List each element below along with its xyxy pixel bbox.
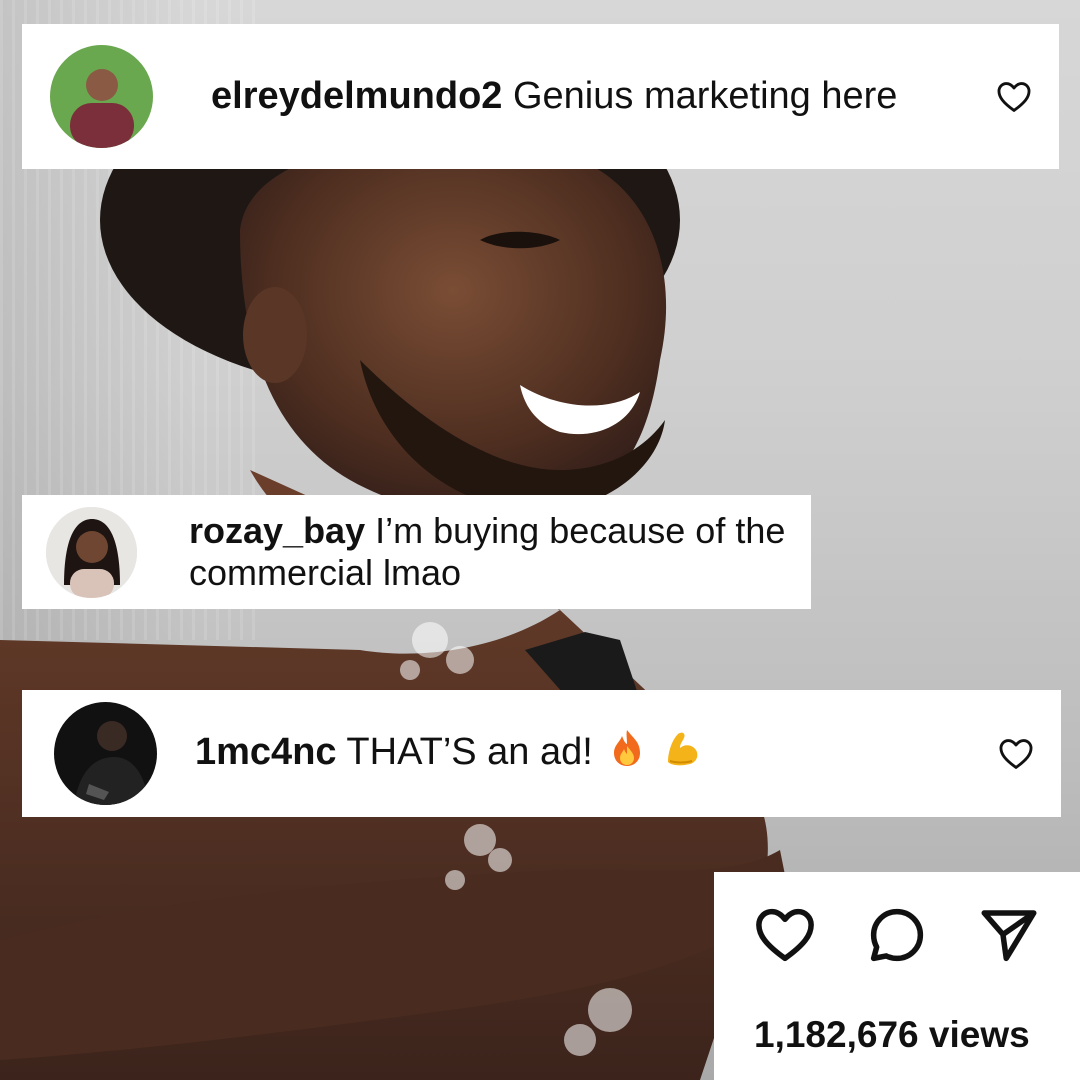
fire-emoji — [609, 728, 645, 779]
profile-photo-icon — [46, 506, 137, 598]
comment-body: elreydelmundo2 Genius marketing here — [211, 74, 971, 119]
post-actions-panel: 1,182,676 views — [714, 872, 1080, 1080]
comment-body: 1mc4nc THAT’S an ad! — [195, 728, 702, 779]
like-heart-icon[interactable] — [997, 735, 1035, 773]
commenter-avatar[interactable] — [46, 506, 137, 598]
comment-body: rozay_bay I’m buying because of the comm… — [189, 510, 809, 595]
share-icon[interactable] — [976, 902, 1042, 968]
comment-text: THAT’S an ad! — [346, 731, 593, 774]
like-heart-icon[interactable] — [995, 78, 1033, 116]
heart-icon[interactable] — [752, 902, 818, 968]
profile-photo-icon — [54, 702, 157, 805]
comment-username[interactable]: elreydelmundo2 — [211, 75, 502, 117]
view-count: 1,182,676 views — [754, 1014, 1030, 1055]
comment-card: elreydelmundo2 Genius marketing here — [22, 24, 1059, 169]
commenter-avatar[interactable] — [54, 702, 157, 805]
comment-card: 1mc4nc THAT’S an ad! — [22, 690, 1061, 817]
comment-text: Genius marketing here — [512, 75, 898, 118]
commenter-avatar[interactable] — [50, 45, 153, 148]
flexed-biceps-emoji — [662, 728, 702, 779]
comment-username[interactable]: rozay_bay — [189, 510, 365, 551]
comment-icon[interactable] — [864, 902, 930, 968]
comment-username[interactable]: 1mc4nc — [195, 731, 337, 773]
profile-photo-icon — [50, 45, 153, 148]
comment-card: rozay_bay I’m buying because of the comm… — [22, 495, 811, 609]
